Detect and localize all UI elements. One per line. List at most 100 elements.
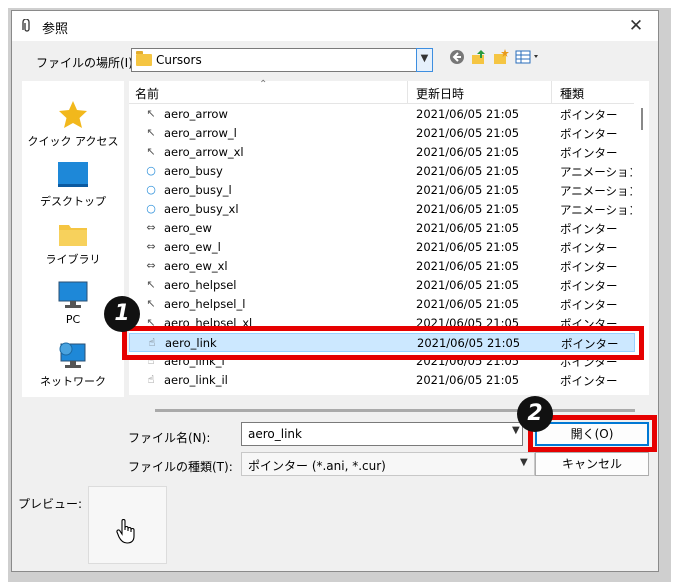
file-date: 2021/06/05 21:05 [416,107,520,121]
paperclip-icon [22,19,30,32]
file-row[interactable]: ⇔ aero_ew 2021/06/05 21:05 ポインター [129,219,635,238]
file-name: aero_arrow [164,107,228,121]
back-icon[interactable] [448,49,466,69]
preview-label: プレビュー: [18,497,83,511]
file-row[interactable]: ↖ aero_arrow 2021/06/05 21:05 ポインター [129,105,635,124]
file-date: 2021/06/05 21:05 [416,221,520,235]
cursor-file-icon: ↖ [146,297,156,310]
sidebar-item-desktop[interactable]: デスクトップ [22,161,124,209]
file-name: aero_ew_xl [164,259,228,273]
hand-pointer-icon [116,519,135,544]
file-date: 2021/06/05 21:05 [416,183,520,197]
horizontal-scroll-thumb[interactable] [155,409,635,412]
filetype-select[interactable]: ポインター (*.ani, *.cur) [241,452,535,476]
open-file-dialog: 参照 ✕ ファイルの場所(I): Cursors ▼ クイック アクセス デスク… [11,10,659,572]
step-badge-2: 2 [517,396,553,432]
file-row[interactable]: ○ aero_busy 2021/06/05 21:05 アニメーション ポインター [129,162,635,181]
new-folder-icon[interactable] [492,49,510,69]
column-header-date[interactable]: 更新日時 [416,85,464,102]
file-type: ポインター [560,279,618,293]
sidebar-item-library[interactable]: ライブラリ [22,221,124,267]
vertical-scroll-thumb[interactable] [641,108,643,130]
file-date: 2021/06/05 21:05 [416,145,520,159]
file-row[interactable]: ↖ aero_arrow_xl 2021/06/05 21:05 ポインター [129,143,635,162]
cursor-file-icon: ⇔ [146,240,156,253]
file-name: aero_ew [164,221,212,235]
file-type: ポインター [560,374,618,388]
file-name: aero_helpsel_l [164,297,246,311]
file-row[interactable]: ○ aero_busy_l 2021/06/05 21:05 アニメーション ポインタ… [129,181,635,200]
file-type: ポインター [560,146,618,160]
file-row[interactable]: ○ aero_busy_xl 2021/06/05 21:05 アニメーション ポイン… [129,200,635,219]
step-badge-1: 1 [104,296,140,332]
file-date: 2021/06/05 21:05 [416,202,520,216]
sidebar-item-label: デスクトップ [40,195,106,208]
filename-input[interactable]: aero_link [241,422,523,446]
filetype-dropdown-icon[interactable]: ▼ [520,457,528,468]
file-type: ポインター [560,222,618,236]
network-icon [59,342,86,368]
cursor-file-icon: ⇔ [146,221,156,234]
highlight-selected-row [122,326,644,360]
file-date: 2021/06/05 21:05 [416,297,520,311]
file-name: aero_busy_xl [164,202,239,216]
column-header-type[interactable]: 種類 [560,85,584,102]
file-type: ポインター [560,298,618,312]
cursor-file-icon: ○ [146,202,156,215]
file-type: アニメーション ポインター [560,203,632,217]
file-date: 2021/06/05 21:05 [416,259,520,273]
file-row[interactable]: ⇔ aero_ew_xl 2021/06/05 21:05 ポインター [129,257,635,276]
up-folder-icon[interactable] [470,49,488,69]
file-date: 2021/06/05 21:05 [416,240,520,254]
file-type: ポインター [560,260,618,274]
filename-dropdown-icon[interactable]: ▼ [512,425,520,436]
list-header: ⌃ 名前 更新日時 種類 [129,79,634,104]
column-divider[interactable] [551,81,552,103]
file-date: 2021/06/05 21:05 [416,164,520,178]
location-combobox[interactable]: Cursors [131,48,431,72]
sidebar-item-label: クイック アクセス [27,135,119,148]
file-row[interactable]: ☝ aero_link_il 2021/06/05 21:05 ポインター [129,371,635,390]
file-name: aero_arrow_xl [164,145,244,159]
file-row[interactable]: ⇔ aero_ew_l 2021/06/05 21:05 ポインター [129,238,635,257]
file-type: ポインター [560,241,618,255]
preview-box [88,486,167,564]
sidebar-item-network[interactable]: ネットワーク [22,341,124,389]
file-row[interactable]: ↖ aero_arrow_l 2021/06/05 21:05 ポインター [129,124,635,143]
file-row[interactable]: ↖ aero_helpsel_l 2021/06/05 21:05 ポインター [129,295,635,314]
cursor-file-icon: ☝ [147,373,155,386]
filetype-label: ファイルの種類(T): [128,460,233,474]
column-header-name[interactable]: 名前 [135,85,159,102]
file-name: aero_link_il [164,373,228,387]
filename-label: ファイル名(N): [128,431,211,445]
sort-arrow-icon: ⌃ [259,79,268,90]
file-name: aero_busy [164,164,223,178]
horizontal-scrollbar[interactable] [129,395,649,413]
file-name: aero_arrow_l [164,126,237,140]
window-title: 参照 [42,22,69,37]
view-menu-icon[interactable] [514,49,542,69]
sidebar-item-quick-access[interactable]: クイック アクセス [22,99,124,149]
location-dropdown-button[interactable]: ▼ [416,48,433,72]
pc-icon [58,281,88,308]
cursor-file-icon: ⇔ [146,259,156,272]
cancel-button[interactable]: キャンセル [535,452,649,476]
sidebar-item-label: ライブラリ [45,253,101,266]
sidebar-item-label: PC [65,313,81,326]
star-icon [59,101,87,128]
file-date: 2021/06/05 21:05 [416,278,520,292]
close-button[interactable]: ✕ [618,13,654,39]
file-name: aero_ew_l [164,240,221,254]
file-type: アニメーション ポインター [560,184,632,198]
places-sidebar: クイック アクセス デスクトップ ライブラリ PC ネットワーク [22,81,124,397]
file-type: ポインター [560,127,618,141]
sidebar-item-label: ネットワーク [40,375,106,388]
cursor-file-icon: ○ [146,164,156,177]
folder-icon [136,51,152,66]
cursor-file-icon: ↖ [146,107,156,120]
file-row[interactable]: ↖ aero_helpsel 2021/06/05 21:05 ポインター [129,276,635,295]
file-date: 2021/06/05 21:05 [416,126,520,140]
column-divider[interactable] [407,81,408,103]
desktop-icon [58,162,88,187]
location-value: Cursors [156,53,202,67]
